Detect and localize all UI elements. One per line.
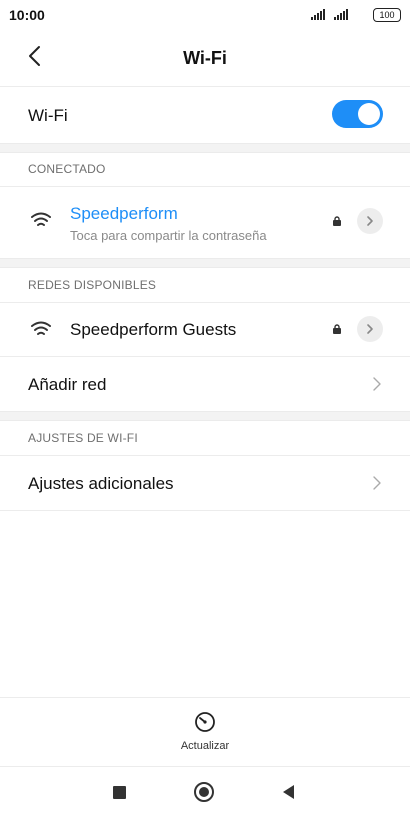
wifi-toggle-switch[interactable] xyxy=(332,100,383,128)
lock-icon xyxy=(333,216,341,226)
connected-network-subtitle: Toca para compartir la contraseña xyxy=(70,228,267,243)
additional-settings-row[interactable]: Ajustes adicionales xyxy=(0,456,410,511)
chevron-right-icon xyxy=(373,377,381,391)
chevron-right-icon xyxy=(367,324,373,334)
available-network-name: Speedperform Guests xyxy=(70,320,237,339)
network-details-button[interactable] xyxy=(357,208,383,234)
section-separator xyxy=(0,258,410,268)
add-network-row[interactable]: Añadir red xyxy=(0,357,410,411)
recents-square-icon[interactable] xyxy=(113,786,126,799)
chevron-right-icon xyxy=(373,476,381,490)
section-title: AJUSTES DE WI-FI xyxy=(28,431,138,445)
page-title: Wi-Fi xyxy=(183,48,227,68)
network-details-button[interactable] xyxy=(357,316,383,342)
status-time: 10:00 xyxy=(9,7,45,23)
signal-icon xyxy=(311,9,348,20)
available-network-row[interactable]: Speedperform Guests xyxy=(0,303,410,357)
section-header-wifi-settings: AJUSTES DE WI-FI xyxy=(0,421,410,456)
status-bar: 10:00 100 xyxy=(0,0,410,30)
lock-icon xyxy=(333,324,341,334)
section-header-connected: CONECTADO xyxy=(0,152,410,187)
section-title: REDES DISPONIBLES xyxy=(28,278,157,292)
refresh-icon xyxy=(195,712,215,732)
chevron-right-icon xyxy=(367,216,373,226)
app-bar: Wi-Fi xyxy=(0,30,410,87)
connected-network-row[interactable]: Speedperform Toca para compartir la cont… xyxy=(0,187,410,257)
section-header-available: REDES DISPONIBLES xyxy=(0,268,410,303)
refresh-label: Actualizar xyxy=(180,740,230,752)
battery-icon: 100 xyxy=(373,8,401,22)
system-nav-bar xyxy=(0,766,410,820)
toggle-knob xyxy=(358,103,380,125)
additional-settings-label: Ajustes adicionales xyxy=(28,474,174,493)
wifi-icon xyxy=(31,321,51,335)
refresh-action[interactable]: Actualizar xyxy=(0,697,410,767)
home-circle-icon[interactable] xyxy=(194,782,214,802)
connected-network-name: Speedperform xyxy=(70,204,178,223)
wifi-toggle-label: Wi-Fi xyxy=(28,106,68,125)
wifi-icon xyxy=(31,212,51,226)
back-triangle-icon[interactable] xyxy=(282,784,295,800)
section-title: CONECTADO xyxy=(28,162,106,176)
add-network-label: Añadir red xyxy=(28,375,107,394)
section-separator xyxy=(0,411,410,421)
